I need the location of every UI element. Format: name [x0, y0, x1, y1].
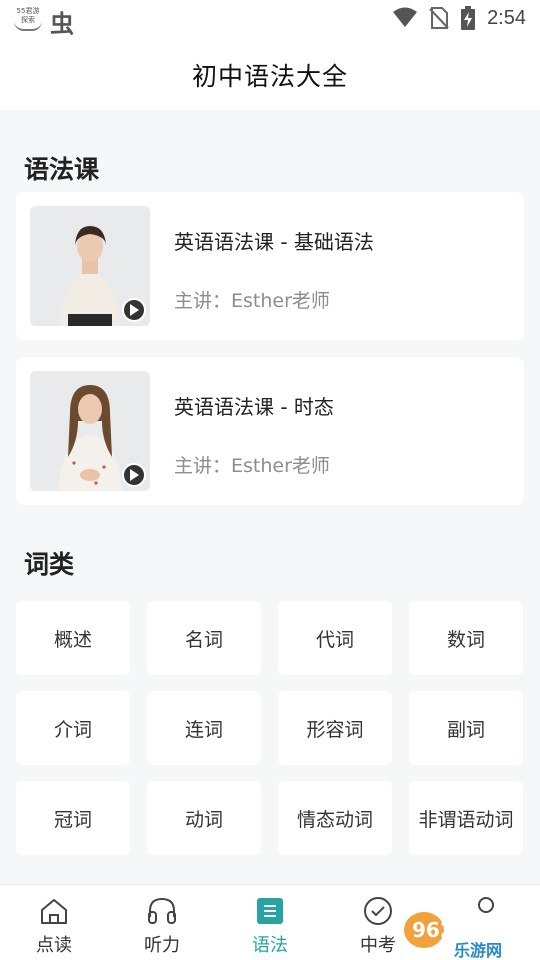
- tab-grammar[interactable]: 语法: [216, 885, 324, 960]
- play-icon[interactable]: [122, 463, 146, 487]
- tab-label: 语法: [252, 935, 288, 956]
- grammar-section-title: 语法课: [24, 155, 100, 184]
- word-class-pronoun[interactable]: 代词: [278, 601, 392, 675]
- course-thumbnail: [30, 206, 150, 326]
- course-title: 英语语法课 - 基础语法: [174, 230, 374, 254]
- watermark-logo: 962.NET 乐游网: [402, 906, 540, 960]
- tab-label: 听力: [144, 935, 180, 956]
- word-class-noun[interactable]: 名词: [147, 601, 261, 675]
- word-class-conjunction[interactable]: 连词: [147, 691, 261, 765]
- check-circle-icon: [362, 895, 394, 927]
- tab-label: 中考: [360, 935, 396, 956]
- word-class-preposition[interactable]: 介词: [16, 691, 130, 765]
- wifi-icon: [393, 7, 418, 27]
- word-class-verb[interactable]: 动词: [147, 781, 261, 855]
- word-class-modal-verb[interactable]: 情态动词: [278, 781, 392, 855]
- word-class-adjective[interactable]: 形容词: [278, 691, 392, 765]
- app-header: 初中语法大全: [0, 40, 540, 110]
- tab-listening[interactable]: 听力: [108, 885, 216, 960]
- tab-read-aloud[interactable]: 点读: [0, 885, 108, 960]
- course-card-tense[interactable]: 英语语法课 - 时态 主讲：Esther老师: [16, 357, 524, 505]
- status-time: 2:54: [487, 6, 526, 29]
- status-logo: 55君游 探索: [14, 7, 42, 31]
- page-title: 初中语法大全: [191, 62, 348, 91]
- word-class-numeral[interactable]: 数词: [409, 601, 523, 675]
- play-icon[interactable]: [122, 298, 146, 322]
- app-notification-icon: 虫: [50, 10, 74, 38]
- no-sim-icon: [429, 7, 449, 29]
- list-icon: [254, 895, 286, 927]
- course-teacher: 主讲：Esther老师: [174, 455, 330, 477]
- word-class-article[interactable]: 冠词: [16, 781, 130, 855]
- headphones-icon: [146, 895, 178, 927]
- word-class-section-title: 词类: [24, 550, 75, 579]
- course-teacher: 主讲：Esther老师: [174, 290, 330, 312]
- course-card-basic-grammar[interactable]: 英语语法课 - 基础语法 主讲：Esther老师: [16, 192, 524, 340]
- home-icon: [38, 895, 70, 927]
- course-thumbnail: [30, 371, 150, 491]
- watermark-text: 962.NET: [412, 918, 506, 942]
- word-class-grid: 概述 名词 代词 数词 介词 连词 形容词 副词 冠词 动词 情态动词 非谓语动…: [16, 601, 524, 855]
- word-class-overview[interactable]: 概述: [16, 601, 130, 675]
- word-class-adverb[interactable]: 副词: [409, 691, 523, 765]
- watermark-subtext: 乐游网: [454, 941, 502, 960]
- course-title: 英语语法课 - 时态: [174, 395, 334, 419]
- word-class-non-finite-verb[interactable]: 非谓语动词: [409, 781, 523, 855]
- battery-charging-icon: [461, 6, 476, 30]
- status-bar: 55君游 探索 虫 2:54: [0, 0, 540, 40]
- tab-label: 点读: [36, 935, 72, 956]
